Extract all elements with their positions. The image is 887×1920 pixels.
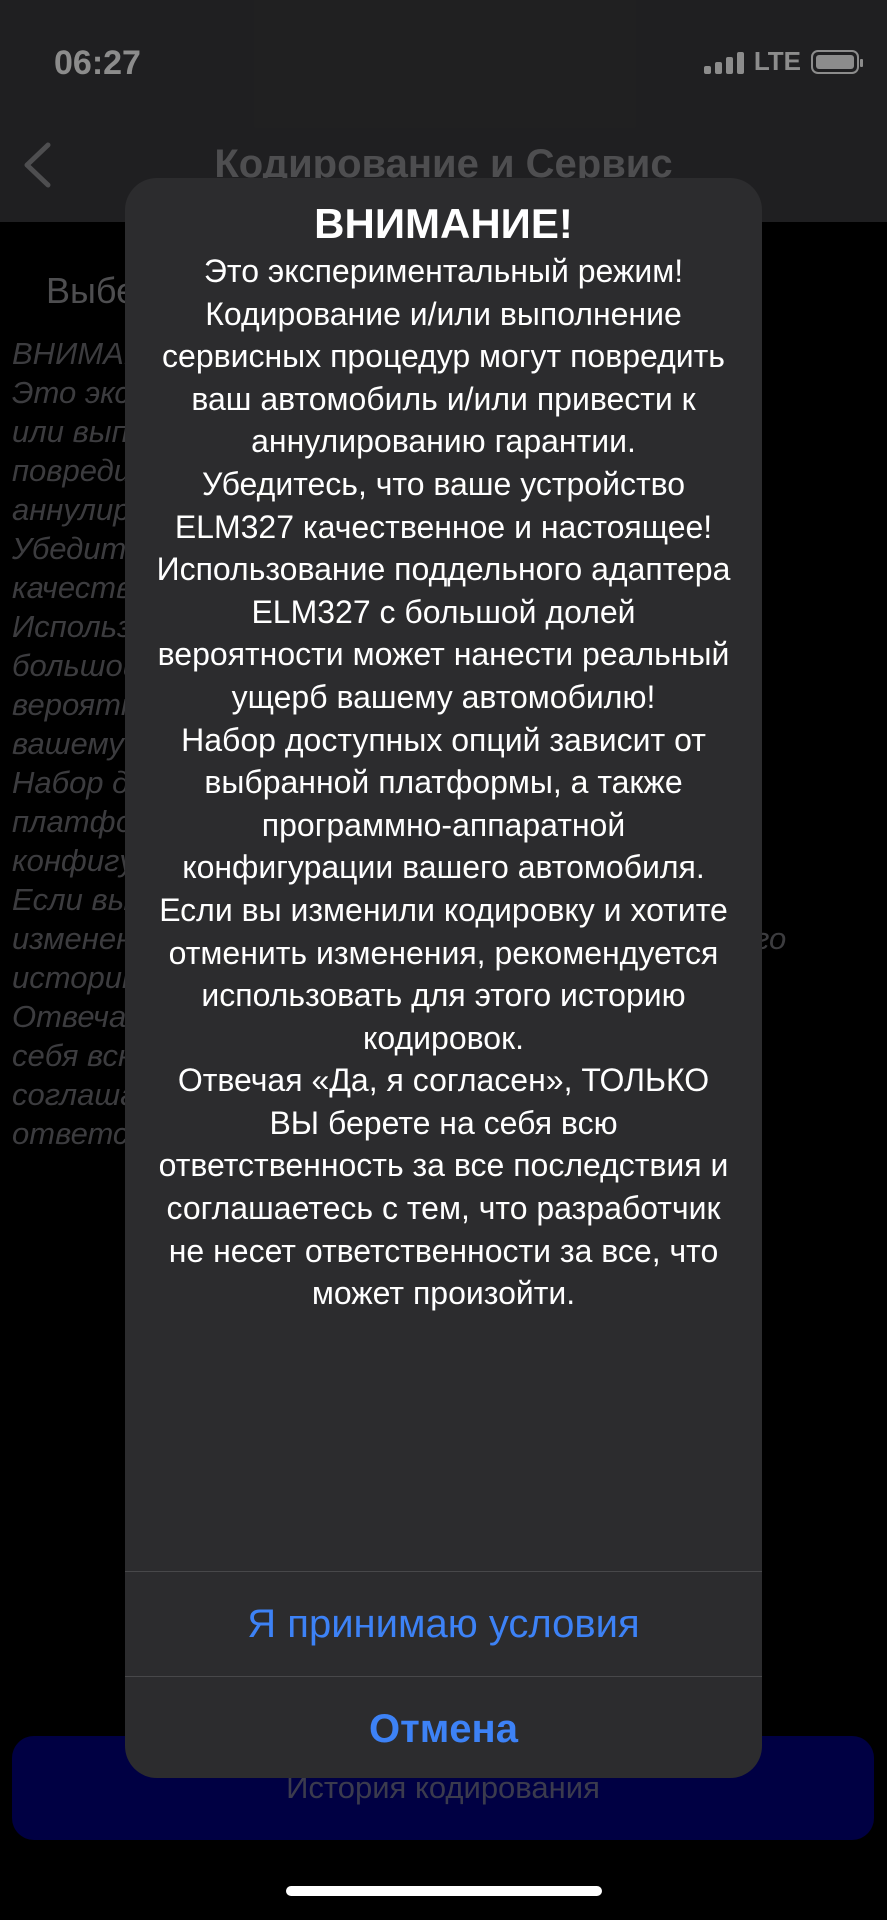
home-indicator[interactable] bbox=[286, 1886, 602, 1896]
warning-alert: ВНИМАНИЕ! Это экспериментальный режим! К… bbox=[125, 178, 762, 1778]
alert-message-paragraph: Набор доступных опций зависит от выбранн… bbox=[181, 721, 706, 886]
alert-title: ВНИМАНИЕ! bbox=[314, 200, 573, 247]
cancel-button[interactable]: Отмена bbox=[125, 1677, 762, 1778]
alert-message-paragraph: Отвечая «Да, я согласен», ТОЛЬКО ВЫ бере… bbox=[158, 1062, 729, 1312]
accept-terms-button[interactable]: Я принимаю условия bbox=[125, 1572, 762, 1676]
alert-message: Это экспериментальный режим! Кодирование… bbox=[155, 250, 732, 1315]
alert-message-paragraph: Убедитесь, что ваше устройство ELM327 ка… bbox=[156, 465, 731, 715]
alert-message-paragraph: Это экспериментальный режим! Кодирование… bbox=[162, 253, 725, 460]
alert-message-paragraph: Если вы изменили кодировку и хотите отме… bbox=[159, 891, 728, 1056]
